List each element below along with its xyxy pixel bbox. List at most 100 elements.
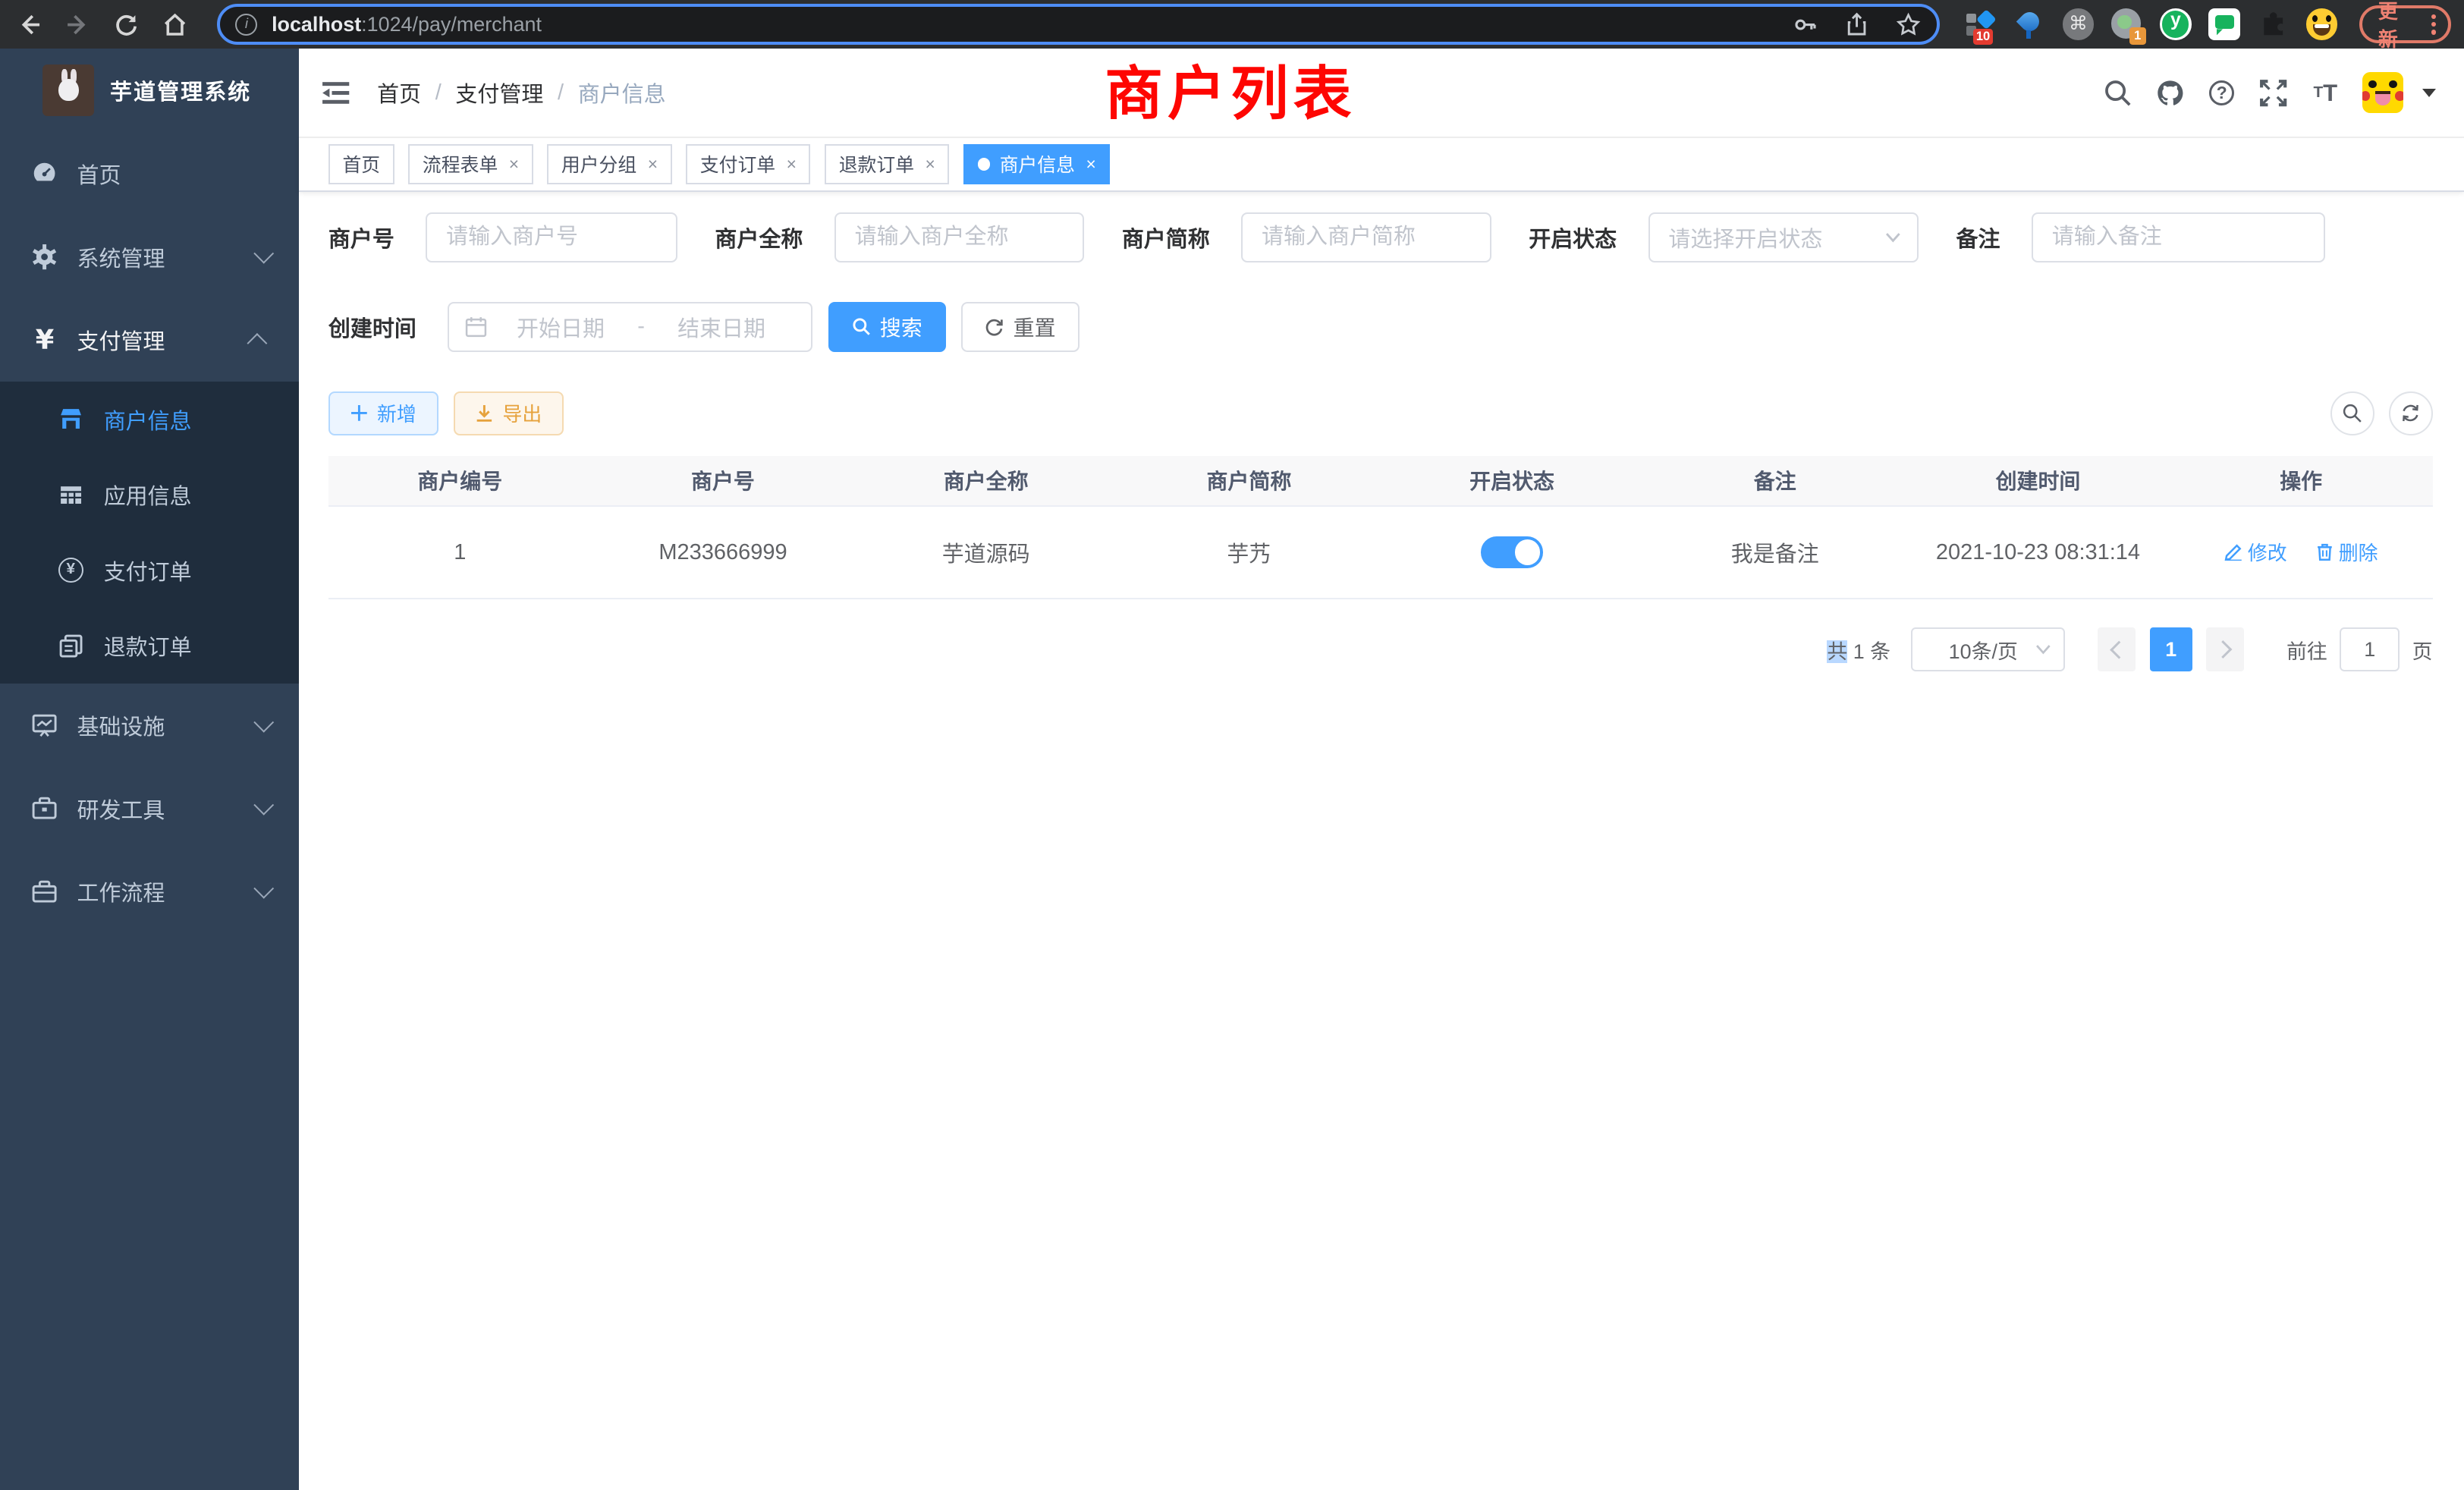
reset-button[interactable]: 重置	[961, 302, 1079, 352]
app-title: 芋道管理系统	[110, 74, 251, 106]
create-time-range-picker[interactable]: 开始日期 - 结束日期	[448, 302, 812, 352]
browser-menu-icon[interactable]	[2431, 14, 2436, 35]
tab-pay-order[interactable]: 支付订单×	[686, 144, 810, 185]
tab-home[interactable]: 首页	[328, 144, 394, 185]
fullscreen-icon[interactable]	[2258, 78, 2288, 108]
toggle-search-button[interactable]	[2330, 391, 2374, 435]
extension-command-icon[interactable]: ⌘	[2063, 8, 2094, 39]
next-page-button[interactable]	[2206, 627, 2244, 671]
add-button[interactable]: 新增	[328, 391, 438, 435]
password-key-icon[interactable]	[1793, 12, 1818, 37]
sidebar-toggle-icon[interactable]	[321, 78, 350, 108]
gear-icon	[31, 244, 58, 270]
extension-badge: 10	[1973, 29, 1994, 45]
edit-link[interactable]: 修改	[2224, 538, 2287, 566]
status-select[interactable]: 请选择开启状态	[1648, 212, 1919, 262]
search-icon[interactable]	[2103, 78, 2132, 108]
close-icon[interactable]: ×	[509, 154, 519, 174]
url-host: localhost	[272, 13, 361, 36]
prev-page-button[interactable]	[2098, 627, 2136, 671]
refresh-icon	[985, 317, 1004, 336]
cell-merchant-no: M233666999	[592, 506, 855, 599]
breadcrumb-home[interactable]: 首页	[377, 77, 421, 108]
pagination: 共 1 条 10条/页 1 前往 页	[328, 627, 2433, 671]
user-menu-caret-icon[interactable]	[2422, 89, 2436, 97]
sidebar-item-pay-order[interactable]: ¥ 支付订单	[0, 533, 299, 608]
status-toggle[interactable]	[1481, 536, 1544, 567]
merchant-no-input[interactable]	[426, 212, 677, 262]
sidebar-item-dev-tools[interactable]: 研发工具	[0, 767, 299, 850]
page-number-button[interactable]: 1	[2150, 627, 2192, 671]
home-icon[interactable]	[162, 11, 188, 38]
export-button[interactable]: 导出	[454, 391, 564, 435]
full-name-input[interactable]	[834, 212, 1084, 262]
close-icon[interactable]: ×	[787, 154, 797, 174]
merchant-no-label: 商户号	[328, 222, 394, 253]
reload-icon[interactable]	[113, 11, 140, 38]
tab-refund-order[interactable]: 退款订单×	[825, 144, 949, 185]
page-size-select[interactable]: 10条/页	[1911, 627, 2065, 671]
extension-balloon-icon[interactable]	[2014, 8, 2045, 39]
browser-toolbar: i localhost:1024/pay/merchant 10 ⌘ 1	[0, 0, 2464, 49]
extension-y-icon[interactable]: y	[2160, 8, 2191, 39]
extension-blocks-icon[interactable]: 10	[1965, 8, 1996, 39]
bookmark-star-icon[interactable]	[1896, 12, 1921, 37]
user-avatar[interactable]	[2362, 72, 2403, 113]
short-name-input[interactable]	[1241, 212, 1491, 262]
sidebar-item-app-info[interactable]: 应用信息	[0, 457, 299, 533]
url-text: localhost:1024/pay/merchant	[272, 13, 1765, 36]
extensions-puzzle-icon[interactable]	[2258, 8, 2289, 39]
sidebar-item-label: 支付订单	[104, 555, 192, 586]
sidebar-item-infrastructure[interactable]: 基础设施	[0, 684, 299, 767]
sidebar-item-payment[interactable]: ¥ 支付管理	[0, 299, 299, 382]
col-full-name: 商户全称	[854, 456, 1117, 506]
table-header-row: 商户编号 商户号 商户全称 商户简称 开启状态 备注 创建时间 操作	[328, 456, 2433, 506]
sidebar-item-merchant-info[interactable]: 商户信息	[0, 382, 299, 457]
sidebar-item-label: 基础设施	[77, 709, 165, 741]
breadcrumb-payment[interactable]: 支付管理	[455, 77, 543, 108]
extension-meet-icon[interactable]: 1	[2111, 8, 2142, 39]
search-button[interactable]: 搜索	[828, 302, 946, 352]
plus-icon	[350, 404, 368, 422]
sidebar-item-label: 支付管理	[77, 324, 165, 356]
close-icon[interactable]: ×	[648, 154, 658, 174]
github-icon[interactable]	[2155, 78, 2185, 108]
help-icon[interactable]: ?	[2207, 78, 2236, 108]
browser-update-button[interactable]: 更新	[2359, 5, 2451, 43]
back-icon[interactable]	[16, 11, 42, 38]
sidebar-item-workflow[interactable]: 工作流程	[0, 850, 299, 934]
font-size-icon[interactable]: TT	[2311, 78, 2340, 108]
payment-submenu: 商户信息 应用信息 ¥ 支付订单 退款订单	[0, 382, 299, 684]
app-logo[interactable]: 芋道管理系统	[0, 49, 299, 116]
url-bar[interactable]: i localhost:1024/pay/merchant	[217, 4, 1940, 45]
site-info-icon[interactable]: i	[235, 14, 257, 36]
merchant-table: 商户编号 商户号 商户全称 商户简称 开启状态 备注 创建时间 操作 1	[328, 456, 2433, 599]
logo-rabbit-image	[42, 64, 94, 116]
sidebar-item-system[interactable]: 系统管理	[0, 215, 299, 299]
active-dot-icon	[978, 158, 991, 171]
update-label: 更新	[2378, 0, 2417, 52]
tags-view: 首页 流程表单× 用户分组× 支付订单× 退款订单× 商户信息×	[299, 138, 2464, 191]
refresh-table-button[interactable]	[2389, 391, 2433, 435]
extensions-area: 10 ⌘ 1 y	[1965, 8, 2337, 39]
refresh-icon	[2400, 403, 2421, 423]
annotation-title: 商户列表	[1105, 47, 1356, 131]
goto-page-input[interactable]	[2340, 627, 2400, 671]
cell-merchant-id: 1	[328, 506, 592, 599]
tab-process-form[interactable]: 流程表单×	[408, 144, 533, 185]
delete-link[interactable]: 删除	[2315, 538, 2378, 566]
close-icon[interactable]: ×	[926, 154, 935, 174]
forward-icon[interactable]	[64, 11, 91, 38]
close-icon[interactable]: ×	[1086, 154, 1095, 174]
sidebar-item-home[interactable]: 首页	[0, 132, 299, 215]
sidebar-item-refund-order[interactable]: 退款订单	[0, 608, 299, 684]
sidebar-item-label: 应用信息	[104, 479, 192, 511]
breadcrumb-current: 商户信息	[578, 77, 666, 108]
tab-user-group[interactable]: 用户分组×	[547, 144, 671, 185]
remark-input[interactable]	[2032, 212, 2325, 262]
extension-chat-icon[interactable]	[2208, 8, 2239, 39]
share-icon[interactable]	[1844, 12, 1869, 37]
col-merchant-no: 商户号	[592, 456, 855, 506]
profile-emoji-icon[interactable]	[2306, 8, 2337, 39]
tab-merchant-info[interactable]: 商户信息×	[963, 144, 1110, 185]
